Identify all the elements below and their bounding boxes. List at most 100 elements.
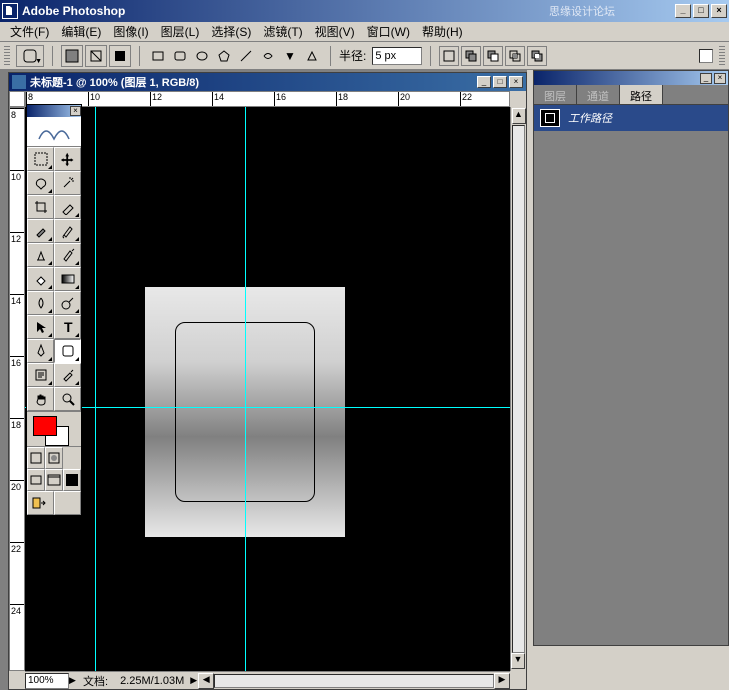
menu-edit[interactable]: 编辑(E) bbox=[55, 21, 107, 42]
doc-minimize-button[interactable]: _ bbox=[477, 76, 491, 88]
doc-maximize-button[interactable]: □ bbox=[493, 76, 507, 88]
ruler-origin[interactable] bbox=[9, 91, 25, 107]
notes-tool[interactable] bbox=[27, 363, 54, 387]
standard-mode-button[interactable] bbox=[27, 447, 45, 469]
radius-input[interactable] bbox=[372, 47, 422, 65]
scroll-h-track[interactable] bbox=[214, 674, 494, 688]
screen-mode-full-menubar[interactable] bbox=[45, 469, 63, 491]
document-title: 未标题-1 @ 100% (图层 1, RGB/8) bbox=[30, 74, 475, 90]
slice-tool[interactable] bbox=[54, 195, 81, 219]
hand-tool[interactable] bbox=[27, 387, 54, 411]
panel-header[interactable]: _ × bbox=[534, 71, 728, 85]
menu-layer[interactable]: 图层(L) bbox=[155, 21, 206, 42]
line-shape[interactable] bbox=[236, 46, 256, 66]
shape-tool[interactable] bbox=[54, 339, 81, 363]
blur-tool[interactable] bbox=[27, 291, 54, 315]
menu-help[interactable]: 帮助(H) bbox=[416, 21, 469, 42]
menu-filter[interactable]: 滤镜(T) bbox=[257, 21, 308, 42]
app-titlebar: Adobe Photoshop 思缘设计论坛 _ □ × bbox=[0, 0, 729, 22]
document-titlebar[interactable]: 未标题-1 @ 100% (图层 1, RGB/8) _ □ × bbox=[9, 73, 526, 91]
menu-view[interactable]: 视图(V) bbox=[309, 21, 361, 42]
ruler-vertical[interactable]: 81012141618202224 bbox=[9, 107, 25, 671]
panel-close-button[interactable]: × bbox=[714, 73, 726, 84]
path-mode[interactable] bbox=[85, 45, 107, 67]
dodge-tool[interactable] bbox=[54, 291, 81, 315]
custom-shape[interactable] bbox=[258, 46, 278, 66]
guide-vertical-1[interactable] bbox=[95, 107, 96, 671]
scroll-v-track[interactable] bbox=[512, 125, 525, 653]
crop-tool[interactable] bbox=[27, 195, 54, 219]
path-selection-tool[interactable] bbox=[27, 315, 54, 339]
magic-wand-tool[interactable] bbox=[54, 171, 81, 195]
doc-status-value: 2.25M/1.03M bbox=[114, 675, 190, 687]
healing-brush-tool[interactable] bbox=[27, 219, 54, 243]
lasso-tool[interactable] bbox=[27, 171, 54, 195]
window-maximize-button[interactable]: □ bbox=[693, 4, 709, 18]
shape-options-dropdown[interactable]: ▼ bbox=[280, 46, 300, 66]
document-icon bbox=[12, 75, 26, 89]
screen-mode-standard[interactable] bbox=[27, 469, 45, 491]
zoom-input[interactable]: 100% bbox=[25, 673, 69, 689]
zoom-tool[interactable] bbox=[54, 387, 81, 411]
marquee-tool[interactable] bbox=[27, 147, 54, 171]
toolbox-header[interactable]: × bbox=[27, 105, 81, 117]
ruler-horizontal[interactable]: 810121416182022 bbox=[25, 91, 510, 107]
path-combine-exclude[interactable] bbox=[527, 46, 547, 66]
clone-stamp-tool[interactable] bbox=[27, 243, 54, 267]
gradient-tool[interactable] bbox=[54, 267, 81, 291]
polygon-shape[interactable] bbox=[214, 46, 234, 66]
toolbox[interactable]: × T bbox=[26, 104, 82, 516]
scrollbar-vertical[interactable]: ▲ ▼ bbox=[510, 107, 526, 671]
path-item-work-path[interactable]: 工作路径 bbox=[534, 105, 728, 131]
eraser-tool[interactable] bbox=[27, 267, 54, 291]
jump-to-imageready-button[interactable] bbox=[27, 491, 54, 515]
path-combine-subtract[interactable] bbox=[483, 46, 503, 66]
menu-window[interactable]: 窗口(W) bbox=[361, 21, 416, 42]
guide-horizontal-1[interactable] bbox=[25, 407, 510, 408]
rounded-rectangle-shape[interactable] bbox=[170, 46, 190, 66]
fill-pixels-mode[interactable] bbox=[109, 45, 131, 67]
type-tool[interactable]: T bbox=[54, 315, 81, 339]
scroll-left-button[interactable]: ◀ bbox=[198, 673, 214, 689]
toolbox-logo[interactable] bbox=[27, 117, 81, 147]
window-minimize-button[interactable]: _ bbox=[675, 4, 691, 18]
color-swatches bbox=[27, 411, 81, 447]
scroll-up-button[interactable]: ▲ bbox=[512, 108, 526, 124]
path-combine-intersect[interactable] bbox=[505, 46, 525, 66]
move-tool[interactable] bbox=[54, 147, 81, 171]
path-combine-new[interactable] bbox=[439, 46, 459, 66]
toolbox-close-button[interactable]: × bbox=[70, 106, 81, 116]
status-dropdown-arrow[interactable]: ▶ bbox=[190, 675, 198, 686]
pen-tool-option[interactable] bbox=[302, 46, 322, 66]
scroll-right-button[interactable]: ▶ bbox=[494, 673, 510, 689]
ellipse-shape[interactable] bbox=[192, 46, 212, 66]
brush-tool[interactable] bbox=[54, 219, 81, 243]
options-grip[interactable] bbox=[4, 46, 10, 66]
pen-tool[interactable] bbox=[27, 339, 54, 363]
menu-select[interactable]: 选择(S) bbox=[205, 21, 257, 42]
tab-layers[interactable]: 图层 bbox=[534, 85, 577, 104]
paths-panel-body[interactable]: 工作路径 bbox=[534, 105, 728, 645]
guide-vertical-2[interactable] bbox=[245, 107, 246, 671]
options-current-tool[interactable]: ▼ bbox=[16, 45, 44, 67]
canvas[interactable] bbox=[25, 107, 510, 671]
foreground-color-swatch[interactable] bbox=[33, 416, 57, 436]
quickmask-mode-button[interactable] bbox=[45, 447, 63, 469]
history-brush-tool[interactable] bbox=[54, 243, 81, 267]
options-anti-alias-checkbox[interactable] bbox=[699, 49, 713, 63]
window-close-button[interactable]: × bbox=[711, 4, 727, 18]
shape-layer-mode[interactable] bbox=[61, 45, 83, 67]
tab-channels[interactable]: 通道 bbox=[577, 85, 620, 104]
panel-minimize-button[interactable]: _ bbox=[700, 73, 712, 84]
tab-paths[interactable]: 路径 bbox=[620, 85, 663, 104]
path-combine-add[interactable] bbox=[461, 46, 481, 66]
menu-image[interactable]: 图像(I) bbox=[107, 21, 154, 42]
screen-mode-full[interactable] bbox=[63, 469, 81, 491]
status-menu-arrow[interactable]: ▶ bbox=[69, 675, 77, 686]
rectangle-shape[interactable] bbox=[148, 46, 168, 66]
doc-close-button[interactable]: × bbox=[509, 76, 523, 88]
menu-file[interactable]: 文件(F) bbox=[4, 21, 55, 42]
scroll-down-button[interactable]: ▼ bbox=[511, 653, 525, 669]
options-grip-right[interactable] bbox=[719, 46, 725, 66]
eyedropper-tool[interactable] bbox=[54, 363, 81, 387]
